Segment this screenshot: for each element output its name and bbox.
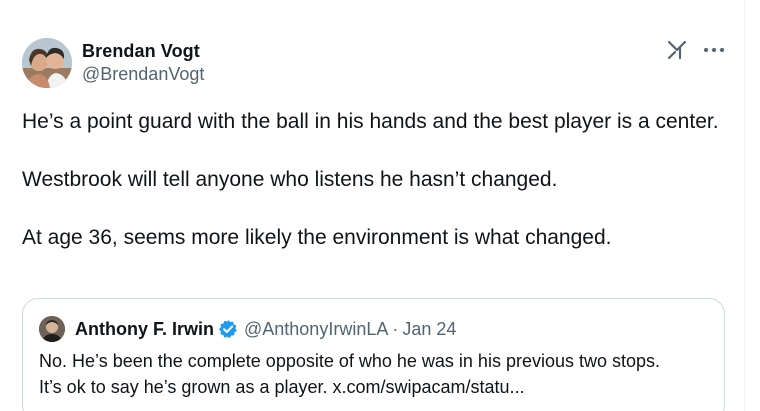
quoted-author-avatar[interactable] <box>39 316 65 342</box>
more-icon[interactable] <box>700 37 728 63</box>
author-handle[interactable]: @BrendanVogt <box>82 64 204 85</box>
tweet-paragraph-1: He’s a point guard with the ball in his … <box>22 110 719 133</box>
author-name[interactable]: Brendan Vogt <box>82 41 200 62</box>
verified-badge-icon <box>218 319 238 339</box>
tweet-paragraph-2: Westbrook will tell anyone who listens h… <box>22 168 558 191</box>
quoted-text-line-2: It’s ok to say he’s grown as a player. x… <box>39 377 525 397</box>
quoted-separator: · <box>392 318 399 339</box>
grok-icon[interactable] <box>664 37 690 63</box>
quoted-date[interactable]: Jan 24 <box>402 319 456 340</box>
tweet-card: Brendan Vogt @BrendanVogt He’s a point g… <box>0 0 745 411</box>
author-avatar[interactable] <box>22 38 72 88</box>
tweet-body: He’s a point guard with the ball in his … <box>22 107 722 252</box>
quoted-tweet[interactable]: Anthony F. Irwin @AnthonyIrwinLA · Jan 2… <box>22 298 725 411</box>
quoted-author-handle[interactable]: @AnthonyIrwinLA <box>244 319 388 340</box>
tweet-paragraph-3: At age 36, seems more likely the environ… <box>22 226 612 249</box>
quoted-text-line-1: No. He’s been the complete opposite of w… <box>39 351 661 371</box>
quoted-avatar-photo-icon <box>39 316 65 342</box>
avatar-photo-icon <box>22 38 72 88</box>
quoted-author-name[interactable]: Anthony F. Irwin <box>75 319 214 340</box>
quoted-text: No. He’s been the complete opposite of w… <box>39 348 715 400</box>
quoted-header: Anthony F. Irwin @AnthonyIrwinLA · Jan 2… <box>75 318 456 340</box>
